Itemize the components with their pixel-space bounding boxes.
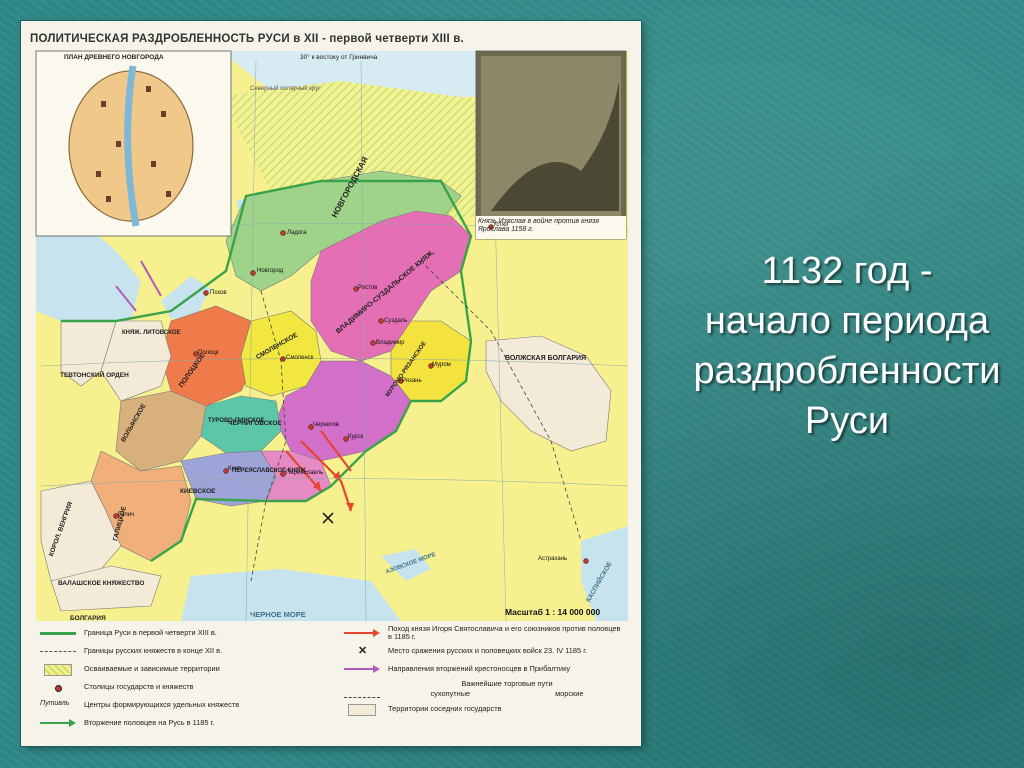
legend-polovtsy-symbol <box>36 717 84 729</box>
legend-trade-title: Важнейшие торговые пути <box>461 678 553 688</box>
legend-igor-campaign-symbol <box>340 627 388 639</box>
legend-capital-symbol <box>36 681 84 693</box>
legend-trade-sea: морские <box>555 689 584 698</box>
legend-item-label: Осваиваемые и зависимые территории <box>84 663 220 673</box>
legend-item-label: Поход князя Игоря Святославича и его сою… <box>388 623 621 641</box>
slide-heading-line-3: раздробленности <box>693 350 1001 392</box>
city-label: Чернигов <box>313 422 339 428</box>
legend-item: Направления вторжений крестоносцев в При… <box>340 660 626 678</box>
city-label: Устюг <box>493 222 509 228</box>
label-bulgaria: БОЛГАРИЯ <box>70 615 106 622</box>
legend-trade-land: сухопутные <box>430 689 471 698</box>
legend-item-label: Граница Руси в первой четверти XIII в. <box>84 627 217 637</box>
legend-principality-border-symbol <box>36 645 84 657</box>
city-label: Киев <box>228 466 242 472</box>
legend-item: Территории соседних государств <box>340 700 626 718</box>
label-wallachia: ВАЛАШСКОЕ КНЯЖЕСТВО <box>58 580 145 587</box>
slide-heading-line-2: начало периода <box>704 300 990 342</box>
legend-item: Границы русских княжеств в конце XII в. <box>36 642 336 660</box>
legend-center-symbol: Путивль <box>40 700 70 707</box>
legend-item-label: Вторжение половцев на Русь в 1185 г. <box>84 717 215 727</box>
legend-item: Поход князя Игоря Святославича и его сою… <box>340 624 626 642</box>
legend-item: Вторжение половцев на Русь в 1185 г. <box>36 714 336 732</box>
novgorod-plan-title: ПЛАН ДРЕВНЕГО НОВГОРОДА <box>64 54 164 61</box>
legend-rus-border-symbol <box>36 627 84 639</box>
legend-dependent-symbol <box>36 663 84 676</box>
legend-neighbor-symbol <box>340 703 388 716</box>
map-legend: Граница Руси в первой четверти XIII в. Г… <box>36 624 626 738</box>
city-label: Астрахань <box>538 556 568 562</box>
label-lithuania: КНЯЖ. ЛИТОВСКОЕ <box>122 330 181 336</box>
city-label: Ростов <box>358 285 378 291</box>
legend-item: Осваиваемые и зависимые территории <box>36 660 336 678</box>
legend-item-label: Центры формирующихся удельных княжеств <box>84 699 240 709</box>
slide-heading-line-4: Руси <box>804 400 890 442</box>
city-label: Галич <box>118 512 135 518</box>
legend-item: Граница Руси в первой четверти XIII в. <box>36 624 336 642</box>
city-label: Переяславль <box>286 470 324 476</box>
map-title: ПОЛИТИЧЕСКАЯ РАЗДРОБЛЕННОСТЬ РУСИ в XII … <box>30 33 464 45</box>
region-label-volga_bulgaria: ВОЛЖСКАЯ БОЛГАРИЯ <box>505 355 587 362</box>
label-black-sea: ЧЕРНОЕ МОРЕ <box>250 610 306 619</box>
label-teutonic-order: ТЕВТОНСКИЙ ОРДЕН <box>60 372 129 379</box>
legend-item-label: Территории соседних государств <box>388 703 502 713</box>
legend-battle-symbol: ✕ <box>358 645 368 657</box>
city-label: Владимир <box>376 340 405 346</box>
city-label: Муром <box>432 362 451 368</box>
city-label: Курск <box>348 434 364 440</box>
legend-item-label: Место сражения русских и половецких войс… <box>388 645 588 655</box>
legend-item: ✕ Место сражения русских и половецких во… <box>340 642 626 660</box>
city-label: Суздаль <box>384 318 408 324</box>
slide-heading-line-1: 1132 год - <box>761 250 933 292</box>
legend-item-label: Направления вторжений крестоносцев в При… <box>388 663 571 673</box>
legend-item-label: Границы русских княжеств в конце XII в. <box>84 645 223 655</box>
map-scale: Масштаб 1 : 14 000 000 <box>505 607 601 617</box>
legend-item: Важнейшие торговые пути сухопутные морск… <box>340 678 626 700</box>
city-label: Ладога <box>287 230 307 236</box>
region-label-kiev: КИЕВСКОЕ <box>180 488 216 495</box>
city-label: Смоленск <box>286 355 314 361</box>
legend-trade-symbol <box>340 683 388 698</box>
legend-item: Путивль Центры формирующихся удельных кн… <box>36 696 336 714</box>
legend-column-left: Граница Руси в первой четверти XIII в. Г… <box>36 624 336 732</box>
legend-item: Столицы государств и княжеств <box>36 678 336 696</box>
city-label: Псков <box>210 290 227 296</box>
city-label: Новгород <box>257 268 284 274</box>
legend-column-right: Поход князя Игоря Святославича и его сою… <box>340 624 626 718</box>
meridian-label: 30° к востоку от Гринвича <box>300 54 378 61</box>
city-label: Рязань <box>402 378 422 384</box>
slide-heading: 1132 год - начало периода раздробленност… <box>672 246 1022 446</box>
label-arctic-circle: Северный полярный круг <box>250 86 321 92</box>
city-label: Полоцк <box>198 350 219 356</box>
region-label-turov: ТУРОВО-ПИНСКОЕ <box>208 418 265 424</box>
region-kiev <box>180 450 277 507</box>
legend-crusader-symbol <box>340 663 388 675</box>
legend-item-label: Столицы государств и княжеств <box>84 681 194 691</box>
